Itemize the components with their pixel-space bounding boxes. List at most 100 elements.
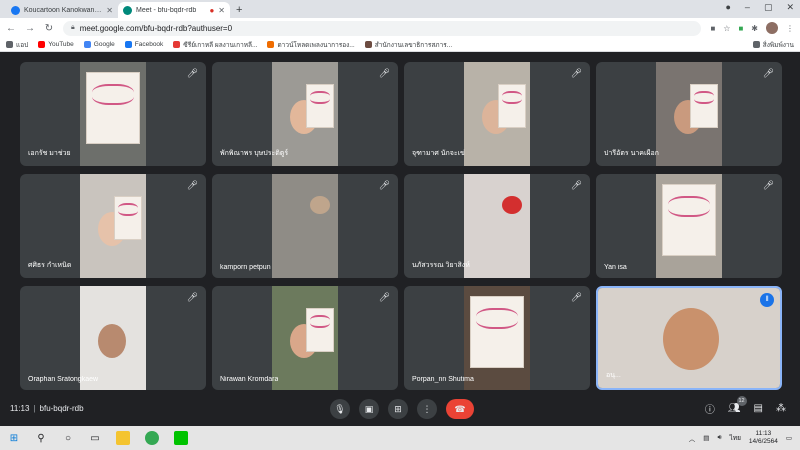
google-icon bbox=[83, 41, 91, 48]
participant-tile-speaking[interactable]: ⦀ อนุ... bbox=[596, 286, 782, 390]
participant-tile[interactable]: 🎤︎ Yan isa bbox=[596, 174, 782, 278]
held-paper-drawing bbox=[114, 196, 142, 240]
people-button[interactable]: 👥︎ 12 bbox=[728, 396, 747, 414]
paper-scribble bbox=[309, 91, 331, 104]
tab-facebook[interactable]: Koucartoon Kanokwan Zaa | Face ✕ bbox=[6, 2, 118, 18]
chrome-icon[interactable] bbox=[145, 431, 159, 445]
windows-taskbar: ⊞ ⚲ ○ ▭ ︿ ▤ 🔊︎ ไทย 11:13 14/6/2564 ▭ bbox=[0, 426, 800, 450]
more-vertical-icon: ⋮ bbox=[422, 404, 432, 414]
facebook-favicon-icon bbox=[11, 5, 20, 15]
profile-avatar[interactable] bbox=[766, 22, 778, 34]
address-bar: ← → ↻ 🔒︎ meet.google.com/bfu-bqdr-rdb?au… bbox=[0, 18, 800, 38]
new-tab-plus-icon[interactable]: + bbox=[230, 2, 248, 18]
bookmark-site-icon bbox=[267, 41, 275, 48]
task-view-icon[interactable]: ▭ bbox=[89, 433, 101, 444]
participant-name: พักพิณาพร บุษประติตูร์ bbox=[220, 150, 289, 157]
back-arrow-icon[interactable]: ← bbox=[6, 23, 16, 34]
bookmark-apps[interactable]: แอป bbox=[6, 40, 28, 50]
meeting-info: 11:13 | bfu-bqdr-rdb bbox=[10, 404, 84, 413]
close-tab-icon[interactable]: ✕ bbox=[218, 6, 225, 15]
mic-muted-icon: 🎤︎ bbox=[570, 68, 582, 78]
participant-name: เอกรัช มาช่วย bbox=[28, 150, 71, 157]
extension-icon[interactable]: ■ bbox=[738, 24, 743, 33]
participant-video bbox=[80, 174, 146, 278]
call-buttons: 🎙︎ ▣ ⊞ ⋮ ☎︎ bbox=[330, 399, 474, 419]
paper-scribble bbox=[501, 91, 523, 104]
volume-icon[interactable]: 🔊︎ bbox=[717, 434, 721, 442]
video-blob bbox=[502, 196, 522, 214]
file-explorer-icon[interactable] bbox=[116, 431, 130, 445]
meeting-code[interactable]: bfu-bqdr-rdb bbox=[40, 404, 84, 413]
tab-meet[interactable]: Meet - bfu-bqdr-rdb ● ✕ bbox=[118, 2, 230, 18]
chat-icon[interactable]: ▤ bbox=[754, 403, 763, 414]
participant-tile[interactable]: 🎤︎ Oraphan Sratongkaew bbox=[20, 286, 206, 390]
close-tab-icon[interactable]: ✕ bbox=[106, 6, 113, 15]
more-options-button[interactable]: ⋮ bbox=[417, 399, 437, 419]
taskbar-clock[interactable]: 11:13 14/6/2564 bbox=[749, 430, 778, 446]
youtube-icon bbox=[38, 41, 46, 48]
mic-button[interactable]: 🎙︎ bbox=[330, 399, 350, 419]
bookmark-star-icon[interactable]: ☆ bbox=[723, 24, 730, 33]
bookmark-reading-list[interactable]: สิ่งพิมพ์งาน bbox=[752, 40, 794, 50]
tab-title: Meet - bfu-bqdr-rdb bbox=[136, 6, 197, 14]
maximize-icon[interactable]: ▢ bbox=[764, 2, 773, 13]
search-icon[interactable]: ⚲ bbox=[35, 433, 47, 444]
bookmark-google[interactable]: Google bbox=[83, 41, 115, 48]
participant-tile[interactable]: 🎤︎ Nirawan Kromdara bbox=[212, 286, 398, 390]
present-button[interactable]: ⊞ bbox=[388, 399, 408, 419]
puzzle-icon[interactable]: ✱ bbox=[751, 24, 758, 33]
lock-icon: 🔒︎ bbox=[71, 24, 75, 31]
menu-dots-icon[interactable]: ⋮ bbox=[786, 24, 794, 33]
reload-icon[interactable]: ↻ bbox=[44, 23, 54, 34]
notifications-icon[interactable]: ▭ bbox=[786, 434, 792, 442]
bookmark-music[interactable]: ดาวน์โหลดเพลงนาการอง... bbox=[267, 40, 355, 50]
participant-tile[interactable]: 🎤︎ จุฑามาศ นักจะเข่ bbox=[404, 62, 590, 166]
participant-tile[interactable]: 🎤︎ Porpan_nn Shutima bbox=[404, 286, 590, 390]
line-app-icon[interactable] bbox=[174, 431, 188, 445]
participant-tile[interactable]: 🎤︎ ศศิธร กำเหนิด bbox=[20, 174, 206, 278]
profile-circle-icon[interactable]: ● bbox=[725, 2, 730, 13]
tray-chevron-up-icon[interactable]: ︿ bbox=[689, 433, 696, 443]
participant-tile[interactable]: 🎤︎ พักพิณาพร บุษประติตูร์ bbox=[212, 62, 398, 166]
participant-name: อนุ... bbox=[606, 372, 621, 379]
info-icon[interactable]: ⓘ bbox=[705, 401, 715, 416]
end-call-button[interactable]: ☎︎ bbox=[446, 399, 474, 419]
mic-muted-icon: 🎤︎ bbox=[378, 180, 390, 190]
participant-name: นภัสวรรณ วิยาสิงห์ bbox=[412, 262, 470, 269]
paper-scribble bbox=[117, 203, 139, 216]
url-input[interactable]: 🔒︎ meet.google.com/bfu-bqdr-rdb?authuser… bbox=[63, 20, 702, 36]
close-window-icon[interactable]: ✕ bbox=[786, 2, 794, 13]
windows-start-icon[interactable]: ⊞ bbox=[8, 433, 20, 444]
minimize-icon[interactable]: – bbox=[745, 2, 750, 13]
participant-video bbox=[272, 174, 338, 278]
speaking-indicator-icon: ⦀ bbox=[760, 293, 774, 307]
participant-tile[interactable]: 🎤︎ นภัสวรรณ วิยาสิงห์ bbox=[404, 174, 590, 278]
bookmark-facebook[interactable]: Facebook bbox=[124, 41, 163, 48]
cortana-circle-icon[interactable]: ○ bbox=[62, 433, 74, 444]
participant-face bbox=[98, 324, 126, 358]
activities-icon[interactable]: ⁂ bbox=[776, 403, 786, 414]
bookmark-office[interactable]: สำนักงานเลขาธิการสภาร... bbox=[364, 40, 452, 50]
present-screen-icon: ⊞ bbox=[394, 404, 402, 414]
recording-dot-icon: ● bbox=[209, 5, 215, 15]
participant-video bbox=[598, 288, 780, 388]
mic-muted-icon: 🎤︎ bbox=[762, 68, 774, 78]
network-icon[interactable]: ▤ bbox=[703, 434, 709, 442]
input-language[interactable]: ไทย bbox=[730, 433, 741, 443]
participant-name: จุฑามาศ นักจะเข่ bbox=[412, 150, 465, 157]
participant-tile[interactable]: 🎤︎ kamporn petpun bbox=[212, 174, 398, 278]
participant-tile[interactable]: 🎤︎ ปารีอัตร นาคเผือก bbox=[596, 62, 782, 166]
participant-video bbox=[80, 286, 146, 390]
clock-time: 11:13 bbox=[755, 430, 772, 437]
participant-tile[interactable]: 🎤︎ เอกรัช มาช่วย bbox=[20, 62, 206, 166]
paper-scribble bbox=[476, 307, 518, 329]
participant-name: ศศิธร กำเหนิด bbox=[28, 262, 72, 269]
forward-arrow-icon[interactable]: → bbox=[25, 23, 35, 34]
bookmark-korean-series[interactable]: ซีรีย์เกาหลี ผลงานเกาหลี... bbox=[173, 40, 257, 50]
participant-grid: 🎤︎ เอกรัช มาช่วย 🎤︎ พักพิณาพร บุษประติตูร์… bbox=[20, 62, 782, 390]
bookmark-youtube[interactable]: YouTube bbox=[38, 41, 74, 48]
camera-indicator-icon[interactable]: ■ bbox=[710, 24, 715, 33]
facebook-icon bbox=[124, 41, 132, 48]
apps-grid-icon bbox=[6, 41, 13, 48]
camera-button[interactable]: ▣ bbox=[359, 399, 379, 419]
